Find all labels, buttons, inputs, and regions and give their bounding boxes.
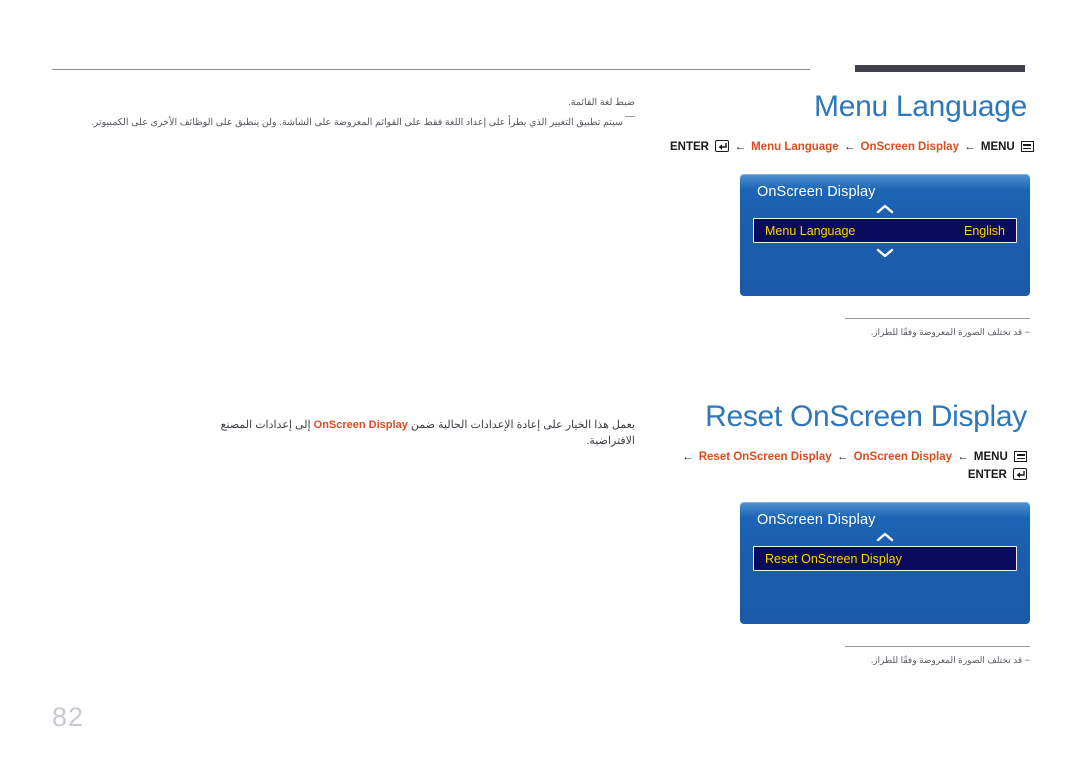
chevron-up-icon[interactable] [875,204,895,215]
osd-row-reset-onscreen-display[interactable]: Reset OnScreen Display [753,546,1017,571]
footnote-text: − قد تختلف الصورة المعروضة وفقًا للطراز. [870,655,1030,665]
osd-row-spacer [740,571,1030,586]
menu-language-note-text: سيتم تطبيق التغيير الذي يطرأ على إعداد ا… [91,117,623,128]
page-title-reset-onscreen-display: Reset OnScreen Display [705,400,1027,433]
breadcrumb-arrow-icon: ← [734,141,746,153]
footnote-block-reset-onscreen-display: − قد تختلف الصورة المعروضة وفقًا للطراز. [845,646,1030,666]
osd-row-label: Reset OnScreen Display [765,551,902,566]
page-title-menu-language: Menu Language [814,90,1027,123]
breadcrumb-arrow-icon: ← [836,451,849,463]
breadcrumb-line: ENTER ← Menu Language ← OnScreen Display… [670,138,1034,156]
page-number: 82 [52,702,85,732]
note-dash-icon [625,116,635,117]
osd-panel-reset-onscreen-display[interactable]: OnScreen Display Reset OnScreen Display [740,502,1030,624]
footnote-block-menu-language: − قد تختلف الصورة المعروضة وفقًا للطراز. [845,318,1030,338]
breadcrumb-arrow-icon: ← [843,141,856,153]
menu-language-note: سيتم تطبيق التغيير الذي يطرأ على إعداد ا… [52,116,635,130]
osd-row-menu-language[interactable]: Menu Language English [753,218,1017,243]
breadcrumb-arrow-icon: ← [682,451,694,463]
menu-icon [1014,451,1027,462]
osd-panel-menu-language[interactable]: OnScreen Display Menu Language English [740,174,1030,296]
breadcrumb-reset-onscreen-display: ← Reset OnScreen Display ← OnScreen Disp… [670,448,1030,484]
breadcrumb-key-label: ENTER [670,141,709,153]
footnote-divider [845,646,1030,647]
reset-body-text: يعمل هذا الخيار على إعادة الإعدادات الحا… [200,417,635,449]
breadcrumb-key-label: MENU [980,141,1015,153]
breadcrumb-line: ← Reset OnScreen Display ← OnScreen Disp… [670,448,1027,466]
breadcrumb-item[interactable]: Reset OnScreen Display [699,451,832,463]
reset-text-before: يعمل هذا الخيار على إعادة الإعدادات الحا… [410,419,635,431]
osd-row-value: English [964,223,1005,238]
osd-panel-title: OnScreen Display [757,184,876,200]
breadcrumb-item[interactable]: OnScreen Display [861,141,959,153]
section-menu-language: Menu Language ENTER ← Menu Language ← On… [670,90,1034,338]
chevron-down-icon[interactable] [875,247,895,258]
footnote-text: − قد تختلف الصورة المعروضة وفقًا للطراز. [870,327,1030,337]
osd-row-label: Menu Language [765,223,856,238]
breadcrumb-item[interactable]: Menu Language [751,141,839,153]
breadcrumb-arrow-icon: ← [964,141,976,153]
breadcrumb-line: ENTER [670,466,1027,484]
osd-panel-title: OnScreen Display [757,512,876,528]
menu-icon [1020,141,1034,152]
menu-language-body-text: ضبط لغة القائمة. سيتم تطبيق التغيير الذي… [52,96,635,130]
breadcrumb-key-label: ENTER [967,469,1007,481]
header-accent-bar [855,65,1025,72]
footnote-divider [845,318,1030,319]
menu-language-heading: ضبط لغة القائمة. [568,97,635,108]
breadcrumb-arrow-icon: ← [957,451,969,463]
section-reset-onscreen-display: Reset OnScreen Display ← Reset OnScreen … [670,400,1030,666]
breadcrumb-item[interactable]: OnScreen Display [854,451,952,463]
enter-icon [1013,468,1027,480]
breadcrumb-key-label: MENU [973,451,1008,463]
chevron-up-icon[interactable] [875,532,895,543]
enter-icon [715,140,730,152]
breadcrumb-menu-language: ENTER ← Menu Language ← OnScreen Display… [670,138,1034,156]
reset-text-highlight: OnScreen Display [313,419,408,431]
header-divider-line [52,69,810,70]
